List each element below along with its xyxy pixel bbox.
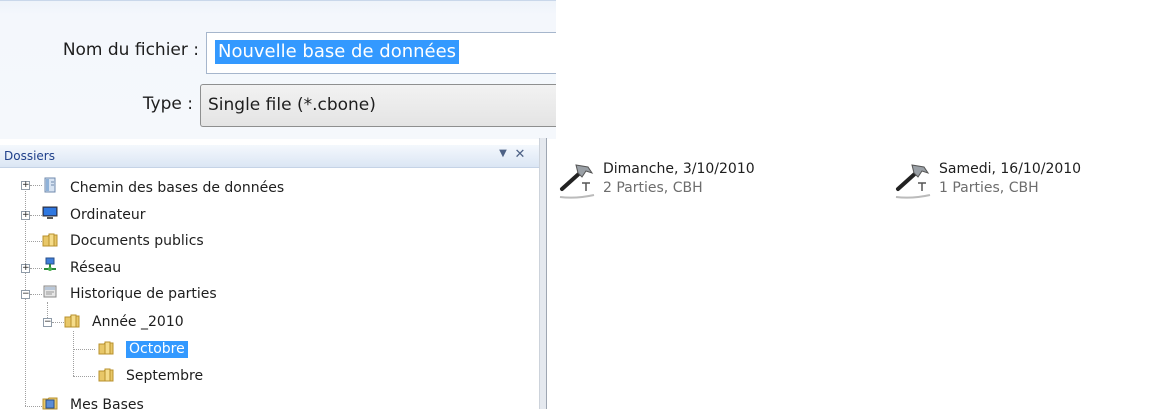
type-select[interactable]: Single file (*.cbone) xyxy=(200,84,556,127)
file-name: Dimanche, 3/10/2010 xyxy=(603,161,755,177)
tree-item-label: Mes Bases xyxy=(70,397,144,413)
dropdown-arrow-icon[interactable]: ▼ xyxy=(497,148,509,159)
file-item[interactable]: Dimanche, 3/10/2010 2 Parties, CBH xyxy=(556,159,796,209)
folder-icon xyxy=(64,314,80,328)
collapse-icon[interactable]: − xyxy=(21,290,30,299)
type-select-value: Single file (*.cbone) xyxy=(208,95,376,115)
folder-icon xyxy=(42,233,58,247)
tree-item-label: Documents publics xyxy=(70,233,204,249)
tree-item-annee-2010[interactable]: − Année _2010 xyxy=(0,310,330,334)
filename-label: Nom du fichier : xyxy=(62,40,199,60)
filename-value: Nouvelle base de données xyxy=(215,40,460,64)
computer-icon xyxy=(42,206,58,219)
filename-input[interactable]: Nouvelle base de données xyxy=(206,32,556,74)
tree-item-documents-publics[interactable]: Documents publics xyxy=(0,229,330,253)
tree-item-label: Historique de parties xyxy=(70,286,217,302)
history-icon xyxy=(43,285,57,298)
hammer-icon xyxy=(895,164,931,199)
tree-item-octobre[interactable]: Octobre xyxy=(0,337,330,361)
tree-item-label: Ordinateur xyxy=(70,207,146,223)
tree-item-label: Septembre xyxy=(126,368,204,384)
tree-item-label: Chemin des bases de données xyxy=(70,180,285,196)
folder-icon xyxy=(98,341,114,355)
tree-item-septembre[interactable]: Septembre xyxy=(0,364,330,388)
close-icon[interactable]: ✕ xyxy=(513,147,527,162)
tree-item-reseau[interactable]: + Réseau xyxy=(0,256,330,280)
expand-icon[interactable]: + xyxy=(21,181,30,190)
expand-icon[interactable]: + xyxy=(21,264,30,273)
folders-pane-title: Dossiers xyxy=(4,149,55,163)
expand-icon[interactable]: + xyxy=(21,211,30,220)
folder-icon xyxy=(98,368,114,382)
tree-item-label: Réseau xyxy=(70,260,122,276)
network-icon xyxy=(44,257,56,271)
folders-pane-header: Dossiers ▼ ✕ xyxy=(0,145,539,168)
database-path-icon xyxy=(44,177,56,193)
collapse-icon[interactable]: − xyxy=(43,318,52,327)
tree-item-historique[interactable]: − Historique de parties xyxy=(0,282,330,306)
tree-item-chemin-bases[interactable]: + Chemin des bases de données xyxy=(0,176,330,200)
tree-item-mes-bases[interactable]: Mes Bases xyxy=(0,393,330,417)
file-name: Samedi, 16/10/2010 xyxy=(939,161,1082,177)
file-item[interactable]: Samedi, 16/10/2010 1 Parties, CBH xyxy=(892,159,1132,209)
tree-item-ordinateur[interactable]: + Ordinateur xyxy=(0,203,330,227)
pane-splitter[interactable] xyxy=(539,138,547,409)
tree-item-label: Année _2010 xyxy=(92,314,184,330)
save-options-panel: Nom du fichier : Nouvelle base de donnée… xyxy=(0,0,556,139)
tree-item-label-selected: Octobre xyxy=(126,341,188,358)
file-detail: 2 Parties, CBH xyxy=(603,180,703,196)
hammer-icon xyxy=(559,164,595,199)
folders-pane: Dossiers ▼ ✕ + Chemin des bases de donné… xyxy=(0,145,539,413)
file-detail: 1 Parties, CBH xyxy=(939,180,1039,196)
type-label: Type : xyxy=(142,94,193,114)
